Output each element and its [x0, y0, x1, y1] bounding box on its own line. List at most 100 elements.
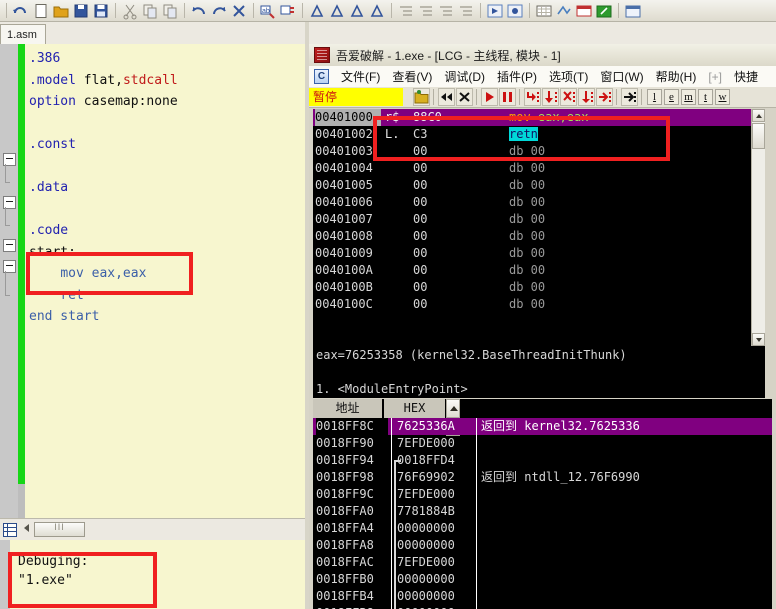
- stack-row[interactable]: 0018FFB4 00000000: [313, 588, 772, 605]
- save-icon[interactable]: [72, 2, 90, 20]
- menu-item-插件p[interactable]: 插件(P): [491, 68, 543, 85]
- disassembly-row[interactable]: 0040100C 00 db 00: [313, 296, 765, 313]
- code-editor[interactable]: .386 .model flat,stdcall option casemap:no…: [0, 44, 305, 518]
- stack-row[interactable]: 0018FF8C 7625336A 返回到 kernel32.7625336: [313, 418, 772, 435]
- window-icon[interactable]: [624, 2, 642, 20]
- outdent-icon[interactable]: [417, 2, 435, 20]
- disassembly-row[interactable]: 00401006 00 db 00: [313, 194, 765, 211]
- stack-col-address[interactable]: 地址: [313, 399, 383, 418]
- debug-icon[interactable]: [506, 2, 524, 20]
- stack-row[interactable]: 0018FFA8 00000000: [313, 537, 772, 554]
- stack-row[interactable]: 0018FFA0 7781884B: [313, 503, 772, 520]
- disassembly-row[interactable]: 00401008 00 db 00: [313, 228, 765, 245]
- disassembly-scroll-thumb[interactable]: [752, 123, 765, 149]
- make-icon[interactable]: [595, 2, 613, 20]
- stack-row[interactable]: 0018FF9C 7EFDE000: [313, 486, 772, 503]
- trace-into-icon[interactable]: [560, 88, 577, 106]
- build-icon[interactable]: [368, 2, 386, 20]
- paste-icon[interactable]: [161, 2, 179, 20]
- cut-icon[interactable]: [121, 2, 139, 20]
- fold-toggle-code[interactable]: [3, 239, 16, 252]
- grid-view-icon[interactable]: [2, 522, 18, 538]
- resources-icon[interactable]: [555, 2, 573, 20]
- dialog-icon[interactable]: [575, 2, 593, 20]
- menu-item-文件f[interactable]: 文件(F): [335, 68, 386, 85]
- comment-icon[interactable]: [437, 2, 455, 20]
- toolbar-window-t[interactable]: t: [698, 89, 713, 105]
- stack-value: 7625336A: [397, 419, 455, 433]
- uncomment-icon[interactable]: [457, 2, 475, 20]
- disassembly-row[interactable]: 0040100A 00 db 00: [313, 262, 765, 279]
- execute-till-return-icon[interactable]: [596, 88, 613, 106]
- toolbar-window-w[interactable]: w: [715, 89, 730, 105]
- disassembly-row[interactable]: 00401009 00 db 00: [313, 245, 765, 262]
- toolbar-separator: [618, 3, 619, 18]
- hscroll-left-arrow[interactable]: [24, 524, 29, 532]
- editor-tab-1asm[interactable]: 1.asm: [0, 24, 46, 44]
- copy-icon[interactable]: [141, 2, 159, 20]
- link-icon[interactable]: [348, 2, 366, 20]
- save-all-icon[interactable]: [92, 2, 110, 20]
- undo-small-icon[interactable]: [12, 2, 30, 20]
- run-icon[interactable]: [481, 88, 498, 106]
- stack-row[interactable]: 0018FF94 0018FFD4: [313, 452, 772, 469]
- stack-row[interactable]: 0018FFB8 00000000: [313, 605, 772, 609]
- stack-row[interactable]: 0018FF90 7EFDE000: [313, 435, 772, 452]
- stack-row[interactable]: 0018FFA4 00000000: [313, 520, 772, 537]
- close-icon[interactable]: [456, 88, 473, 106]
- toolbar-window-l[interactable]: l: [647, 89, 662, 105]
- open-module-icon[interactable]: [413, 88, 430, 106]
- toolbar-window-m[interactable]: m: [681, 89, 696, 105]
- trace-over-icon[interactable]: [578, 88, 595, 106]
- disassembly-row[interactable]: 00401005 00 db 00: [313, 177, 765, 194]
- stack-rows[interactable]: 0018FF8C 7625336A 返回到 kernel32.7625336 0018…: [313, 418, 772, 609]
- redo-icon[interactable]: [210, 2, 228, 20]
- ollydbg-titlebar[interactable]: 吾爱破解 - 1.exe - [LCG - 主线程, 模块 - 1]: [309, 44, 776, 67]
- stack-row[interactable]: 0018FFAC 7EFDE000: [313, 554, 772, 571]
- ollydbg-menu-icon[interactable]: C: [314, 69, 329, 84]
- toolbar-window-e[interactable]: e: [664, 89, 679, 105]
- disassembly-scroll-down-button[interactable]: [752, 333, 765, 346]
- menu-item-查看v[interactable]: 查看(V): [386, 68, 438, 85]
- run-icon[interactable]: [486, 2, 504, 20]
- ollydbg-menubar[interactable]: C 文件(F) 查看(V) 调试(D) 插件(P) 选项(T) 窗口(W) 帮助(H) [+]…: [309, 66, 776, 88]
- disassembly-row[interactable]: 0040100B 00 db 00: [313, 279, 765, 296]
- stack-col-hex[interactable]: HEX: [384, 399, 446, 418]
- ollydbg-title-text: 吾爱破解 - 1.exe - [LCG - 主线程, 模块 - 1]: [336, 48, 561, 63]
- assemble-icon[interactable]: [308, 2, 326, 20]
- stack-header-row[interactable]: 地址 HEX: [313, 399, 772, 436]
- menu-item-[interactable]: [+]: [702, 70, 728, 84]
- hscroll-thumb[interactable]: [34, 522, 85, 537]
- stack-row[interactable]: 0018FFB0 00000000: [313, 571, 772, 588]
- stack-row[interactable]: 0018FF98 76F69902 返回到 ntdll_12.76F6990: [313, 469, 772, 486]
- menu-item-选项t[interactable]: 选项(T): [543, 68, 594, 85]
- stack-scroll-up-button[interactable]: [446, 399, 460, 418]
- open-folder-icon[interactable]: [52, 2, 70, 20]
- undo-icon[interactable]: [190, 2, 208, 20]
- step-over-icon[interactable]: [542, 88, 559, 106]
- replace-icon[interactable]: [279, 2, 297, 20]
- grid-icon[interactable]: [535, 2, 553, 20]
- editor-hscrollbar[interactable]: [0, 518, 305, 541]
- disassembly-vscrollbar[interactable]: [751, 109, 765, 346]
- stack-value: 7EFDE000: [397, 555, 455, 569]
- compile-icon[interactable]: [328, 2, 346, 20]
- editor-fold-gutter[interactable]: [0, 44, 18, 518]
- disassembly-scroll-up-button[interactable]: [752, 109, 765, 122]
- disassembly-row[interactable]: 00401007 00 db 00: [313, 211, 765, 228]
- step-into-icon[interactable]: [524, 88, 541, 106]
- indent-icon[interactable]: [397, 2, 415, 20]
- execute-till-user-code-icon[interactable]: [621, 88, 638, 106]
- menu-item-窗口w[interactable]: 窗口(W): [594, 68, 649, 85]
- find-icon[interactable]: ab: [259, 2, 277, 20]
- restart-icon[interactable]: [438, 88, 455, 106]
- menu-item-调试d[interactable]: 调试(D): [438, 68, 491, 85]
- menu-item-快捷[interactable]: 快捷: [728, 68, 764, 85]
- new-file-icon[interactable]: [32, 2, 50, 20]
- menu-item-帮助h[interactable]: 帮助(H): [650, 68, 703, 85]
- disassembly-row[interactable]: 00401004 00 db 00: [313, 160, 765, 177]
- stack-pane[interactable]: 地址 HEX 0018FF8C 7625336A 返回到 kernel32.7625…: [313, 399, 772, 609]
- pause-icon[interactable]: [499, 88, 516, 106]
- ollydbg-toolbar[interactable]: 暂停 lemtw: [309, 87, 776, 108]
- delete-icon[interactable]: [230, 2, 248, 20]
